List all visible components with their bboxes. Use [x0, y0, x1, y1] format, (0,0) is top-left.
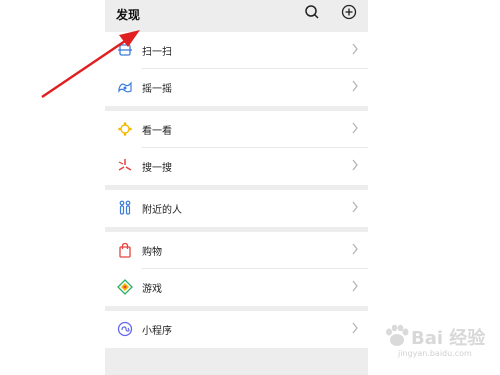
search-sparkle-icon	[118, 159, 132, 171]
menu-item-label: 小程序	[142, 326, 172, 337]
menu-group-miniprogram: 小程序	[105, 311, 368, 348]
menu-group-look-search: 看一看 搜一搜	[105, 111, 368, 185]
menu-item-label: 购物	[142, 247, 162, 258]
menu-item-nearby[interactable]: 附近的人	[105, 190, 368, 227]
chevron-right-icon	[352, 243, 358, 255]
menu-item-label: 搜一搜	[142, 163, 172, 174]
chevron-right-icon	[352, 201, 358, 213]
shopping-bag-icon	[119, 242, 131, 258]
watermark-text: Bai 经验	[411, 328, 486, 349]
add-icon[interactable]	[341, 4, 357, 20]
scan-icon	[118, 44, 132, 56]
game-icon	[117, 279, 133, 295]
menu-group-scan-shake: 扫一扫 摇一摇	[105, 32, 368, 106]
menu-group-shop-game: 购物 游戏	[105, 232, 368, 306]
watermark: Bai 经验 jingyan.baidu.com	[378, 320, 496, 370]
menu-item-shake[interactable]: 摇一摇	[105, 69, 368, 106]
chevron-right-icon	[352, 122, 358, 134]
menu-item-label: 看一看	[142, 126, 172, 137]
menu-item-label: 摇一摇	[142, 84, 172, 95]
shake-icon	[118, 81, 132, 93]
chevron-right-icon	[352, 159, 358, 171]
watermark-url: jingyan.baidu.com	[398, 349, 472, 358]
chevron-right-icon	[352, 280, 358, 292]
chevron-right-icon	[352, 80, 358, 92]
menu-item-scan[interactable]: 扫一扫	[105, 32, 368, 69]
menu-item-mini-programs[interactable]: 小程序	[105, 311, 368, 348]
chevron-right-icon	[352, 322, 358, 334]
menu-item-look[interactable]: 看一看	[105, 111, 368, 148]
menu-item-label: 扫一扫	[142, 47, 172, 58]
menu-item-label: 附近的人	[142, 205, 182, 216]
menu-item-search[interactable]: 搜一搜	[105, 148, 368, 185]
look-icon	[118, 122, 132, 136]
paw-logo-icon	[386, 324, 409, 346]
menu-item-label: 游戏	[142, 284, 162, 295]
search-icon[interactable]	[304, 4, 320, 20]
menu-item-games[interactable]: 游戏	[105, 269, 368, 306]
menu-item-shopping[interactable]: 购物	[105, 232, 368, 269]
top-bar: 发现	[105, 0, 368, 32]
chevron-right-icon	[352, 43, 358, 55]
menu-group-nearby: 附近的人	[105, 190, 368, 227]
people-nearby-icon	[119, 200, 131, 215]
mini-program-icon	[117, 321, 133, 337]
page-title: 发现	[116, 8, 141, 22]
discover-screen: 发现 扫一扫 摇一摇 看一看 搜一搜 附近的人 购物 游戏 小程序	[105, 0, 368, 375]
